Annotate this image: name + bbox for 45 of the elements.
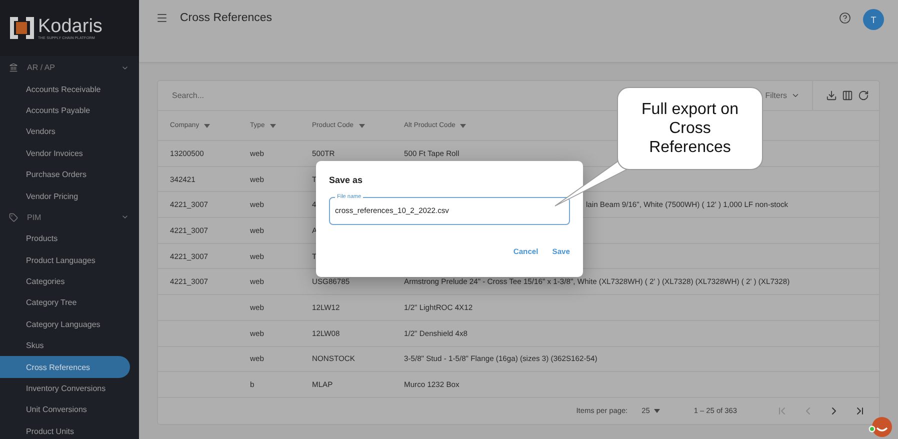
menu-button[interactable]: [156, 12, 168, 24]
caret-icon: [654, 408, 660, 413]
download-button[interactable]: [826, 90, 837, 101]
nav-item[interactable]: Products: [0, 228, 130, 250]
nav-item[interactable]: Accounts Payable: [0, 100, 130, 122]
nav-item[interactable]: Vendor Invoices: [0, 142, 130, 164]
logo-icon: [10, 17, 34, 39]
page-title: Cross References: [180, 12, 274, 24]
menu-icon: [156, 12, 168, 24]
refresh-button[interactable]: [858, 90, 869, 101]
logo-name: Kodaris: [38, 16, 102, 36]
help-button[interactable]: [839, 12, 851, 24]
nav-item[interactable]: Purchase Orders: [0, 164, 130, 186]
nav-item[interactable]: Skus: [0, 335, 130, 356]
nav-item[interactable]: Category Tree: [0, 292, 130, 314]
nav-group-label[interactable]: PIM: [27, 212, 112, 222]
bank-icon: [9, 63, 18, 72]
download-icon: [826, 90, 837, 101]
nav-item[interactable]: Product Units: [0, 420, 130, 439]
nav-item[interactable]: Vendors: [0, 121, 130, 143]
nav-item[interactable]: Category Languages: [0, 314, 130, 336]
first-page-icon: [776, 404, 788, 417]
nav-item[interactable]: Cross References: [0, 356, 130, 378]
sort-caret-icon: [204, 124, 210, 128]
help-icon: [839, 12, 851, 24]
nav-item[interactable]: Accounts Receivable: [0, 78, 130, 100]
nav-item[interactable]: Categories: [0, 270, 130, 292]
nav-item[interactable]: Unit Conversions: [0, 399, 130, 421]
sort-caret-icon: [460, 124, 466, 128]
nav-group-label[interactable]: AR / AP: [27, 63, 112, 72]
last-page-icon: [854, 404, 866, 417]
nav-item[interactable]: Vendor Pricing: [0, 185, 130, 207]
nav-item[interactable]: Product Languages: [0, 250, 130, 271]
user-avatar[interactable]: T: [863, 9, 884, 30]
chevron-down-icon: [791, 91, 800, 100]
columns-button[interactable]: [842, 90, 853, 101]
tag-icon: [9, 212, 18, 222]
filters-button[interactable]: Filters: [765, 80, 813, 110]
nav-item[interactable]: Inventory Conversions: [0, 378, 130, 400]
sort-caret-icon: [358, 124, 365, 128]
columns-icon: [842, 90, 853, 101]
dialog-title: Save as: [329, 175, 364, 185]
callout-bubble: Full export on Cross References: [617, 87, 763, 170]
refresh-icon: [858, 90, 869, 101]
sort-caret-icon: [270, 124, 276, 128]
